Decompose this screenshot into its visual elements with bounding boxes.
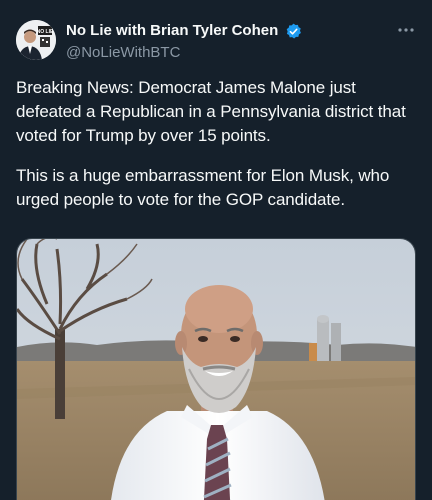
tweet-paragraph-1: Breaking News: Democrat James Malone jus… — [16, 78, 406, 145]
tweet-paragraph-2: This is a huge embarrassment for Elon Mu… — [16, 166, 390, 209]
tweet-photo[interactable] — [16, 238, 416, 500]
avatar-logo-text: NO LIE — [37, 29, 54, 35]
tweet[interactable]: NO LIE No Lie with Brian Tyler Cohen @No… — [0, 0, 432, 500]
author-name[interactable]: No Lie with Brian Tyler Cohen — [66, 22, 278, 39]
verified-badge-icon — [286, 23, 301, 39]
author-handle[interactable]: @NoLieWithBTC — [66, 44, 180, 61]
avatar[interactable]: NO LIE — [16, 20, 56, 60]
more-options-icon[interactable] — [396, 22, 416, 38]
tweet-text: Breaking News: Democrat James Malone jus… — [16, 76, 420, 228]
